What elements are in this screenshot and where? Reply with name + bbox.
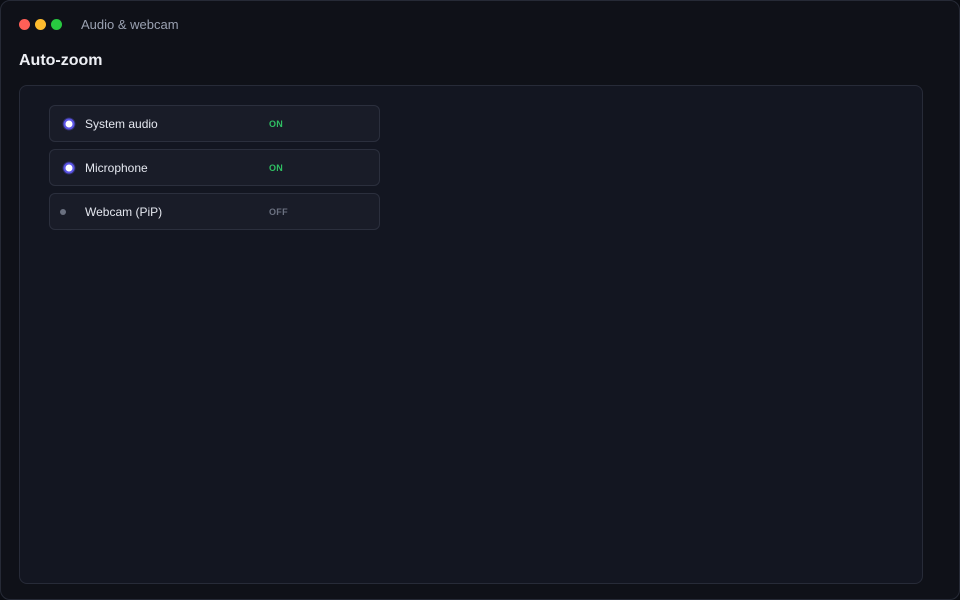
toggle-label: Webcam (PiP) — [85, 204, 163, 219]
toggle-system-audio[interactable]: System audio ON — [49, 105, 380, 142]
toggle-indicator-on-icon — [63, 118, 75, 129]
section-title: Auto-zoom — [19, 52, 103, 69]
toggle-state: ON — [269, 118, 284, 129]
toggle-label: Microphone — [85, 160, 148, 175]
toggle-webcam-pip[interactable]: Webcam (PiP) OFF — [49, 193, 380, 230]
toggle-indicator-off-icon — [60, 208, 66, 215]
toggle-state: ON — [269, 162, 284, 173]
toggle-label: System audio — [85, 116, 158, 131]
toggle-microphone[interactable]: Microphone ON — [49, 149, 380, 186]
toggle-indicator-on-icon — [63, 162, 75, 173]
toggle-state: OFF — [269, 206, 288, 217]
close-window-button[interactable] — [19, 19, 30, 30]
minimize-window-button[interactable] — [35, 19, 46, 30]
window-title: Audio & webcam — [81, 17, 179, 32]
zoom-window-button[interactable] — [51, 19, 62, 30]
title-bar: Audio & webcam — [1, 1, 959, 47]
settings-panel: System audio ON Microphone ON Webcam (Pi… — [19, 85, 923, 584]
app-window: Audio & webcam Auto-zoom System audio ON… — [0, 0, 960, 600]
